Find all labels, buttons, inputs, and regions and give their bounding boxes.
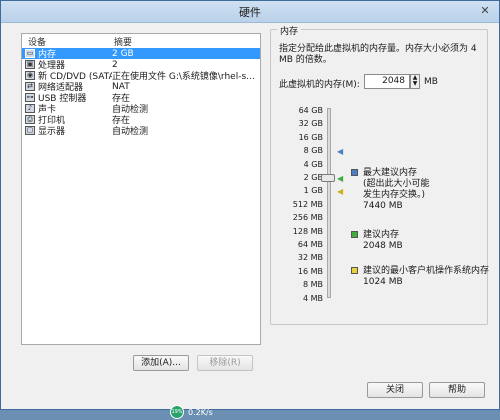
device-row[interactable]: ▢ 显示器 自动检测 xyxy=(22,125,260,136)
device-name: 处理器 xyxy=(38,61,66,70)
memory-slider-thumb[interactable] xyxy=(321,174,335,182)
device-row[interactable]: ◉ 新 CD/DVD (SATA) 正在使用文件 G:\系统镜像\rhel-serv… xyxy=(22,70,260,81)
scale-label: 16 MB xyxy=(297,266,323,276)
display-icon: ▢ xyxy=(25,126,35,135)
recommended-value: 2048 MB xyxy=(363,241,403,251)
device-name: 内存 xyxy=(38,50,57,59)
usb-controller-icon: ⊶ xyxy=(25,93,35,102)
recommended-legend: 建议内存 2048 MB xyxy=(351,230,489,252)
max-recommended-marker-icon: ◀ xyxy=(337,147,344,157)
device-name: 新 CD/DVD (SATA) xyxy=(38,72,112,81)
scale-label: 4 MB xyxy=(302,293,323,303)
guest-min-swatch xyxy=(351,267,358,274)
memory-unit: MB xyxy=(424,77,438,87)
sound-card-icon: ♪ xyxy=(25,104,35,113)
network-speed: 0.2K/s xyxy=(188,407,213,417)
recommended-title: 建议内存 xyxy=(363,230,400,240)
scale-label: 8 MB xyxy=(302,280,323,290)
device-summary: 存在 xyxy=(112,94,131,103)
guest-min-marker-icon: ◀ xyxy=(337,187,344,197)
remove-device-button[interactable]: 移除(R) xyxy=(197,355,253,371)
device-summary: NAT xyxy=(112,81,130,92)
device-name: 声卡 xyxy=(38,105,57,114)
taskbar-network-monitor: 19% 0.2K/s xyxy=(170,404,290,420)
scale-label: 8 GB xyxy=(303,146,323,156)
device-name: 打印机 xyxy=(38,116,66,125)
device-summary: 存在 xyxy=(112,116,131,125)
scale-label: 32 MB xyxy=(297,253,323,263)
device-row[interactable]: ⎙ 打印机 存在 xyxy=(22,114,260,125)
scale-label: 64 MB xyxy=(297,240,323,249)
scale-label: 16 GB xyxy=(298,132,323,142)
close-icon[interactable]: ✕ xyxy=(477,4,493,18)
memory-description: 指定分配给此虚拟机的内存量。内存大小必须为 4 MB 的倍数。 xyxy=(279,44,477,65)
device-summary: 2 GB xyxy=(112,48,134,59)
scale-label: 256 MB xyxy=(292,213,323,223)
max-recommended-value: 7440 MB xyxy=(363,201,403,211)
device-summary: 正在使用文件 G:\系统镜像\rhel-serv... xyxy=(112,72,260,81)
device-list-header: 设备 摘要 xyxy=(22,34,260,48)
memory-icon: ▭ xyxy=(25,49,35,58)
cd-dvd-icon: ◉ xyxy=(25,71,35,80)
scale-label: 4 GB xyxy=(303,159,323,169)
hardware-dialog: 硬件 ✕ 设备 摘要 ▭ 内存 2 GB ▣ 处理器 2 ◉ 新 CD/DVD (SATA) 正… xyxy=(0,0,500,410)
max-recommended-legend: 最大建议内存 (超出此大小可能 发生内存交换。) 7440 MB xyxy=(351,168,489,212)
recommended-swatch xyxy=(351,231,358,238)
scale-label: 128 MB xyxy=(292,226,323,236)
scale-label: 1 GB xyxy=(303,186,323,196)
device-name: 显示器 xyxy=(38,127,66,136)
scale-label: 64 GB xyxy=(298,106,323,115)
recommended-marker-icon: ◀ xyxy=(337,174,344,183)
printer-icon: ⎙ xyxy=(25,115,35,124)
add-device-button[interactable]: 添加(A)... xyxy=(133,355,189,371)
max-recommended-note-1: (超出此大小可能 xyxy=(363,179,430,189)
guest-min-value: 1024 MB xyxy=(363,277,403,287)
memory-group-title: 内存 xyxy=(277,24,302,37)
memory-spinner[interactable]: ▲ ▼ xyxy=(410,74,420,89)
scale-label: 32 GB xyxy=(298,119,323,129)
device-name: 网络适配器 xyxy=(38,83,84,92)
device-summary: 自动检测 xyxy=(112,105,149,114)
cpu-gauge-icon: 19% xyxy=(170,405,184,419)
device-row[interactable]: ⊶ USB 控制器 存在 xyxy=(22,92,260,103)
scale-label: 2 GB xyxy=(303,173,323,182)
window-title: 硬件 xyxy=(239,5,261,19)
help-button[interactable]: 帮助 xyxy=(429,382,485,398)
device-row[interactable]: ▣ 处理器 2 xyxy=(22,59,260,70)
guest-min-title: 建议的最小客户机操作系统内存 xyxy=(363,266,490,276)
summary-column-header[interactable]: 摘要 xyxy=(114,35,132,48)
device-name: USB 控制器 xyxy=(38,94,87,103)
memory-slider-track[interactable] xyxy=(327,108,331,298)
device-list: 设备 摘要 ▭ 内存 2 GB ▣ 处理器 2 ◉ 新 CD/DVD (SATA) 正在使用文件… xyxy=(21,33,261,345)
scale-label: 512 MB xyxy=(292,199,323,209)
close-button[interactable]: 关闭 xyxy=(367,382,423,398)
device-row[interactable]: ♪ 声卡 自动检测 xyxy=(22,103,260,114)
device-summary: 自动检测 xyxy=(112,127,149,136)
memory-group: 内存 指定分配给此虚拟机的内存量。内存大小必须为 4 MB 的倍数。 此虚拟机的… xyxy=(270,24,489,325)
title-bar: 硬件 ✕ xyxy=(1,1,499,23)
processor-icon: ▣ xyxy=(25,60,35,69)
device-column-header[interactable]: 设备 xyxy=(28,35,114,48)
memory-field-label: 此虚拟机的内存(M): xyxy=(279,80,360,90)
device-summary: 2 xyxy=(112,59,118,70)
network-adapter-icon: ⇄ xyxy=(25,82,35,91)
max-recommended-note-2: 发生内存交换。) xyxy=(363,190,426,200)
max-recommended-title: 最大建议内存 xyxy=(363,168,418,178)
memory-size-input[interactable]: 2048 xyxy=(364,74,410,89)
guest-min-legend: 建议的最小客户机操作系统内存 1024 MB xyxy=(351,266,489,288)
device-row[interactable]: ⇄ 网络适配器 NAT xyxy=(22,81,260,92)
device-row[interactable]: ▭ 内存 2 GB xyxy=(22,48,260,59)
max-recommended-swatch xyxy=(351,169,358,176)
